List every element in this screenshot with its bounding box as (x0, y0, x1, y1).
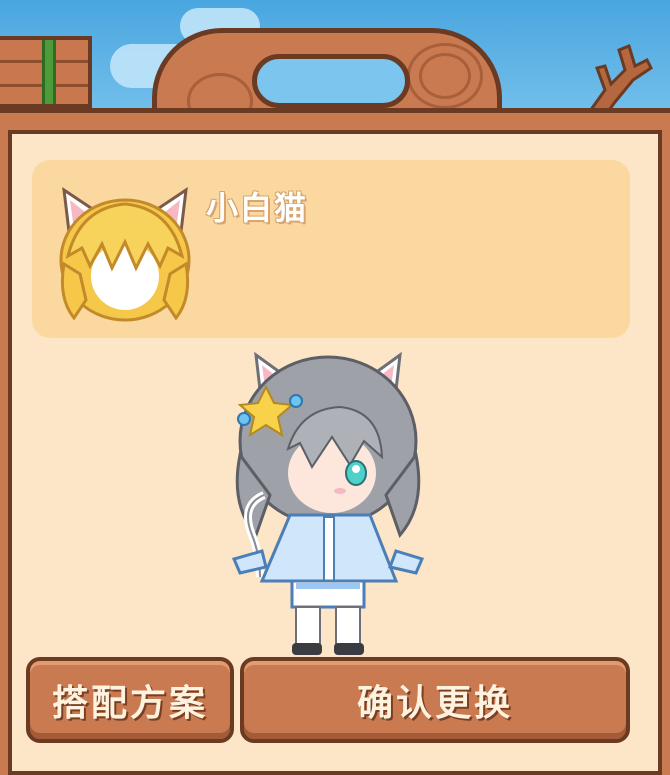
chibi-cat-girl-avatar (231, 351, 425, 655)
cat-ear-headband-icon (59, 186, 191, 322)
signboard-handle (252, 54, 410, 108)
item-name-label: 小白猫 (206, 189, 309, 227)
wooden-crate-icon (0, 36, 92, 108)
outfit-plan-button[interactable]: 搭配方案 (26, 657, 234, 743)
confirm-change-button[interactable]: 确认更换 (240, 657, 630, 743)
